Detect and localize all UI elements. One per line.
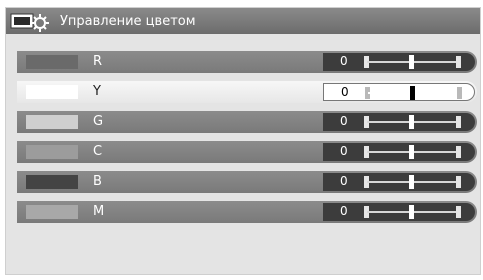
slider-max-cap (456, 116, 461, 128)
slider-value: 0 (341, 85, 349, 99)
color-label: Y (93, 84, 101, 99)
slider-max-cap (456, 176, 461, 188)
slider-value: 0 (340, 114, 348, 128)
title-bar: Управление цветом (6, 8, 480, 34)
slider-value: 0 (340, 174, 348, 188)
window-title: Управление цветом (60, 13, 196, 29)
color-label: C (93, 144, 103, 159)
adjust-slider[interactable]: 0 (323, 203, 475, 221)
color-label: M (93, 204, 105, 219)
color-row-b[interactable]: B0 (17, 171, 477, 193)
color-row-r[interactable]: R0 (17, 51, 477, 73)
slider-thumb[interactable] (410, 86, 415, 100)
color-swatch (26, 145, 78, 159)
color-row-m[interactable]: M0 (17, 201, 477, 223)
slider-thumb[interactable] (409, 145, 414, 159)
adjust-slider[interactable]: 0 (323, 173, 475, 191)
adjust-slider[interactable]: 0 (323, 143, 475, 161)
color-swatch (26, 205, 78, 219)
slider-value: 0 (340, 204, 348, 218)
color-swatch (26, 55, 78, 69)
slider-thumb[interactable] (409, 55, 414, 69)
slider-max-cap (456, 146, 461, 158)
adjust-slider[interactable]: 0 (323, 113, 475, 131)
adjust-slider[interactable]: 0 (323, 53, 475, 71)
slider-max-cap (456, 56, 461, 68)
color-label: B (93, 174, 102, 189)
color-swatch (26, 115, 78, 129)
color-swatch (26, 85, 78, 99)
slider-thumb[interactable] (409, 205, 414, 219)
slider-value: 0 (340, 144, 348, 158)
color-swatch (26, 175, 78, 189)
slider-max-cap (457, 87, 462, 99)
color-rows: R0Y0G0C0B0M0 (17, 51, 477, 231)
color-row-c[interactable]: C0 (17, 141, 477, 163)
adjust-slider[interactable]: 0 (323, 83, 475, 101)
slider-thumb[interactable] (409, 175, 414, 189)
slider-thumb[interactable] (409, 115, 414, 129)
color-row-g[interactable]: G0 (17, 111, 477, 133)
slider-max-cap (456, 206, 461, 218)
color-label: R (93, 54, 103, 69)
color-label: G (93, 114, 104, 129)
color-row-y[interactable]: Y0 (17, 81, 477, 103)
color-management-icon (10, 13, 49, 32)
slider-value: 0 (340, 54, 348, 68)
color-management-panel: Управление цветом R0Y0G0C0B0M0 (5, 7, 481, 275)
